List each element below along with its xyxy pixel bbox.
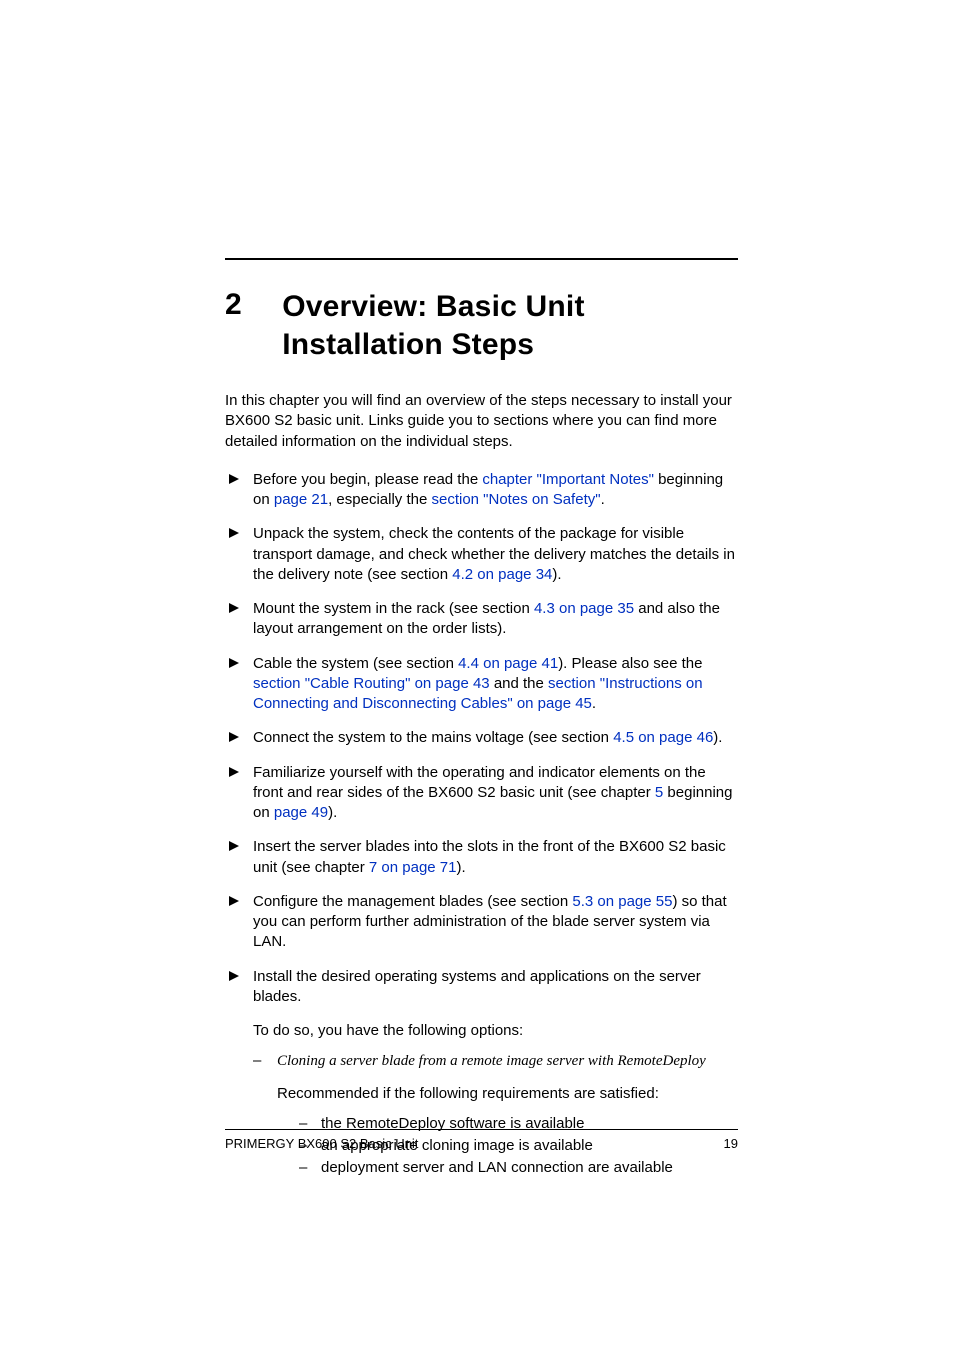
chapter-title: Overview: Basic Unit Installation Steps — [282, 288, 738, 363]
step-text: . — [592, 695, 596, 712]
step-item: Unpack the system, check the contents of… — [225, 524, 738, 585]
option-title: Cloning a server blade from a remote ima… — [277, 1053, 706, 1069]
option-list: Cloning a server blade from a remote ima… — [253, 1051, 738, 1178]
option-desc: Recommended if the following requirement… — [277, 1084, 738, 1104]
step-text: . — [601, 491, 605, 508]
step-item: Familiarize yourself with the operating … — [225, 763, 738, 824]
top-divider — [225, 258, 738, 260]
step-text: ). — [713, 729, 722, 746]
link-4-5-page-46[interactable]: 4.5 on page 46 — [613, 729, 713, 746]
link-4-2-page-34[interactable]: 4.2 on page 34 — [452, 566, 552, 583]
step-item: Insert the server blades into the slots … — [225, 837, 738, 878]
step-text: Install the desired operating systems an… — [253, 968, 701, 1005]
link-chapter-7-page-71[interactable]: 7 on page 71 — [369, 859, 457, 876]
page-footer: PRIMERGY BX600 S2 Basic Unit 19 — [225, 1129, 738, 1151]
step-text: Mount the system in the rack (see sectio… — [253, 600, 534, 617]
step-item: Cable the system (see section 4.4 on pag… — [225, 654, 738, 715]
step-item: Connect the system to the mains voltage … — [225, 728, 738, 748]
step-item: Mount the system in the rack (see sectio… — [225, 599, 738, 640]
footer-doc-title: PRIMERGY BX600 S2 Basic Unit — [225, 1136, 418, 1151]
step-item: Configure the management blades (see sec… — [225, 892, 738, 953]
step-text: Configure the management blades (see sec… — [253, 893, 572, 910]
step-text: ). Please also see the — [558, 655, 702, 672]
step-text: and the — [490, 675, 548, 692]
step-text: Insert the server blades into the slots … — [253, 838, 726, 875]
step-text: Connect the system to the mains voltage … — [253, 729, 613, 746]
link-page-49[interactable]: page 49 — [274, 804, 328, 821]
link-notes-on-safety[interactable]: section "Notes on Safety" — [431, 491, 600, 508]
link-4-4-page-41[interactable]: 4.4 on page 41 — [458, 655, 558, 672]
footer-divider — [225, 1129, 738, 1130]
link-4-3-page-35[interactable]: 4.3 on page 35 — [534, 600, 634, 617]
step-text: Familiarize yourself with the operating … — [253, 764, 706, 801]
link-cable-routing-page-43[interactable]: section "Cable Routing" on page 43 — [253, 675, 490, 692]
step-list: Before you begin, please read the chapte… — [225, 470, 738, 1007]
link-chapter-5[interactable]: 5 — [655, 784, 663, 801]
chapter-header: 2 Overview: Basic Unit Installation Step… — [225, 288, 738, 363]
page-number: 19 — [724, 1136, 738, 1151]
link-important-notes[interactable]: chapter "Important Notes" — [482, 471, 654, 488]
step-text: Before you begin, please read the — [253, 471, 482, 488]
step-text: ). — [328, 804, 337, 821]
document-page: 2 Overview: Basic Unit Installation Step… — [0, 0, 954, 1351]
requirement-item: deployment server and LAN connection are… — [299, 1158, 738, 1178]
link-5-3-page-55[interactable]: 5.3 on page 55 — [572, 893, 672, 910]
step-text: ). — [552, 566, 561, 583]
step-text: Cable the system (see section — [253, 655, 458, 672]
step-text: , especially the — [328, 491, 431, 508]
options-intro: To do so, you have the following options… — [253, 1021, 738, 1041]
link-page-21[interactable]: page 21 — [274, 491, 328, 508]
intro-paragraph: In this chapter you will find an overvie… — [225, 391, 738, 452]
step-text: ). — [457, 859, 466, 876]
chapter-number: 2 — [225, 288, 242, 322]
step-item: Before you begin, please read the chapte… — [225, 470, 738, 511]
option-item: Cloning a server blade from a remote ima… — [253, 1051, 738, 1178]
step-item: Install the desired operating systems an… — [225, 967, 738, 1008]
